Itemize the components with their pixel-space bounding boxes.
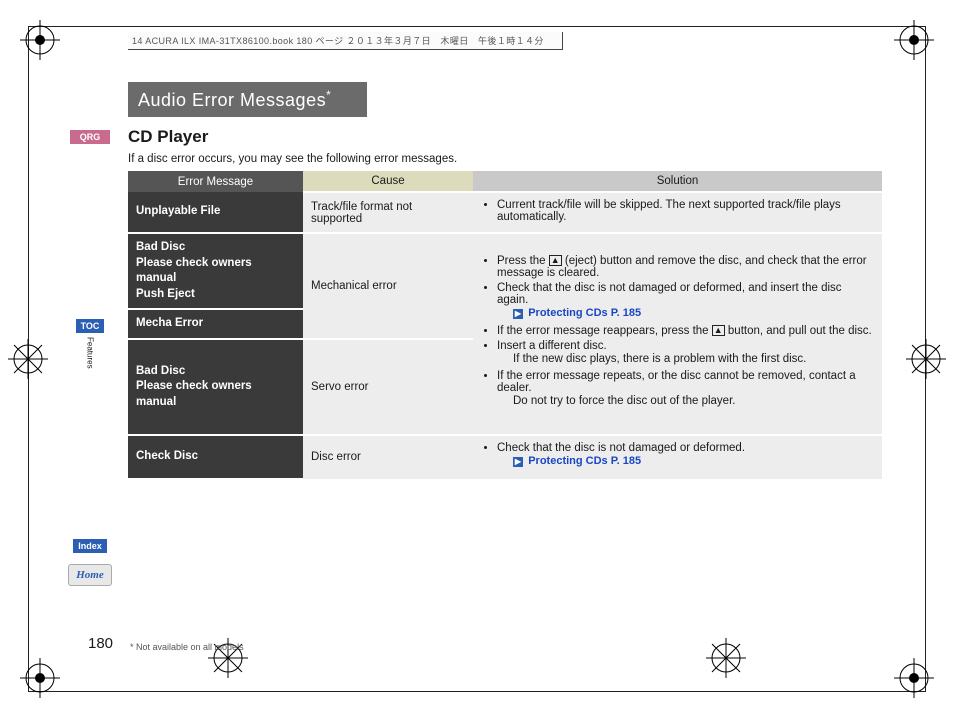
crop-mark-icon xyxy=(18,656,62,700)
solution-text: If the error message reappears, press th… xyxy=(497,325,712,337)
crop-mark-icon xyxy=(892,18,936,62)
solution-cell: Check that the disc is not damaged or de… xyxy=(473,435,882,479)
eject-icon: ▲ xyxy=(549,255,562,266)
solution-subtext: Do not try to force the disc out of the … xyxy=(497,394,874,410)
page-title: Audio Error Messages* xyxy=(128,82,367,117)
solution-item: Current track/file will be skipped. The … xyxy=(497,199,874,223)
xref-arrow-icon: ▶ xyxy=(513,457,523,467)
qrg-link[interactable]: QRG xyxy=(70,130,110,144)
intro-text: If a disc error occurs, you may see the … xyxy=(128,153,882,165)
solution-text: Check that the disc is not damaged or de… xyxy=(497,442,745,454)
cause-cell: Mechanical error xyxy=(303,233,473,339)
main-content: Audio Error Messages* CD Player If a dis… xyxy=(128,82,882,480)
solution-text: If the error message repeats, or the dis… xyxy=(497,370,856,394)
error-messages-table: Error Message Cause Solution Unplayable … xyxy=(128,171,882,480)
xref-arrow-icon: ▶ xyxy=(513,309,523,319)
solution-subtext: If the new disc plays, there is a proble… xyxy=(497,352,874,368)
cause-cell: Track/file format not supported xyxy=(303,192,473,233)
section-label-features: Features xyxy=(86,337,95,369)
solution-cell: Press the ▲ (eject) button and remove th… xyxy=(473,233,882,435)
home-button[interactable]: Home xyxy=(68,564,112,586)
crop-mark-icon xyxy=(6,337,50,381)
eject-icon: ▲ xyxy=(712,325,725,336)
solution-item: If the error message repeats, or the dis… xyxy=(497,370,874,410)
solution-text: Check that the disc is not damaged or de… xyxy=(497,282,842,306)
toc-link[interactable]: TOC xyxy=(76,319,105,333)
table-row: Unplayable File Track/file format not su… xyxy=(128,192,882,233)
solution-item: Check that the disc is not damaged or de… xyxy=(497,282,874,322)
crop-mark-icon xyxy=(18,18,62,62)
solution-cell: Current track/file will be skipped. The … xyxy=(473,192,882,233)
table-row: Check Disc Disc error Check that the dis… xyxy=(128,435,882,479)
table-header-row: Error Message Cause Solution xyxy=(128,171,882,192)
error-message-cell: Mecha Error xyxy=(128,309,303,339)
cause-cell: Servo error xyxy=(303,339,473,436)
col-header-message: Error Message xyxy=(128,171,303,192)
index-link[interactable]: Index xyxy=(73,539,107,553)
error-message-cell: Bad Disc Please check owners manual Push… xyxy=(128,233,303,309)
crop-mark-icon xyxy=(892,656,936,700)
solution-text: button, and pull out the disc. xyxy=(725,325,872,337)
book-meta-line: 14 ACURA ILX IMA-31TX86100.book 180 ページ … xyxy=(128,32,563,50)
error-message-cell: Bad Disc Please check owners manual xyxy=(128,339,303,436)
cross-reference-link[interactable]: Protecting CDs P. 185 xyxy=(528,455,641,467)
crop-mark-icon xyxy=(904,337,948,381)
table-row: Bad Disc Please check owners manual Push… xyxy=(128,233,882,309)
cross-reference-link[interactable]: Protecting CDs P. 185 xyxy=(528,307,641,319)
col-header-solution: Solution xyxy=(473,171,882,192)
error-message-cell: Unplayable File xyxy=(128,192,303,233)
footnote-marker: * xyxy=(326,88,331,102)
solution-text: Press the xyxy=(497,255,549,267)
solution-item: Check that the disc is not damaged or de… xyxy=(497,442,874,470)
page-title-text: Audio Error Messages xyxy=(138,90,326,110)
footnote-text: * Not available on all models xyxy=(130,642,244,652)
solution-text: Insert a different disc. xyxy=(497,340,607,352)
subsection-heading: CD Player xyxy=(128,127,882,147)
solution-item: If the error message reappears, press th… xyxy=(497,325,874,337)
error-message-cell: Check Disc xyxy=(128,435,303,479)
cause-cell: Disc error xyxy=(303,435,473,479)
solution-item: Press the ▲ (eject) button and remove th… xyxy=(497,255,874,279)
crop-mark-icon xyxy=(704,636,748,680)
col-header-cause: Cause xyxy=(303,171,473,192)
solution-item: Insert a different disc. If the new disc… xyxy=(497,340,874,368)
page-number: 180 xyxy=(88,635,113,652)
